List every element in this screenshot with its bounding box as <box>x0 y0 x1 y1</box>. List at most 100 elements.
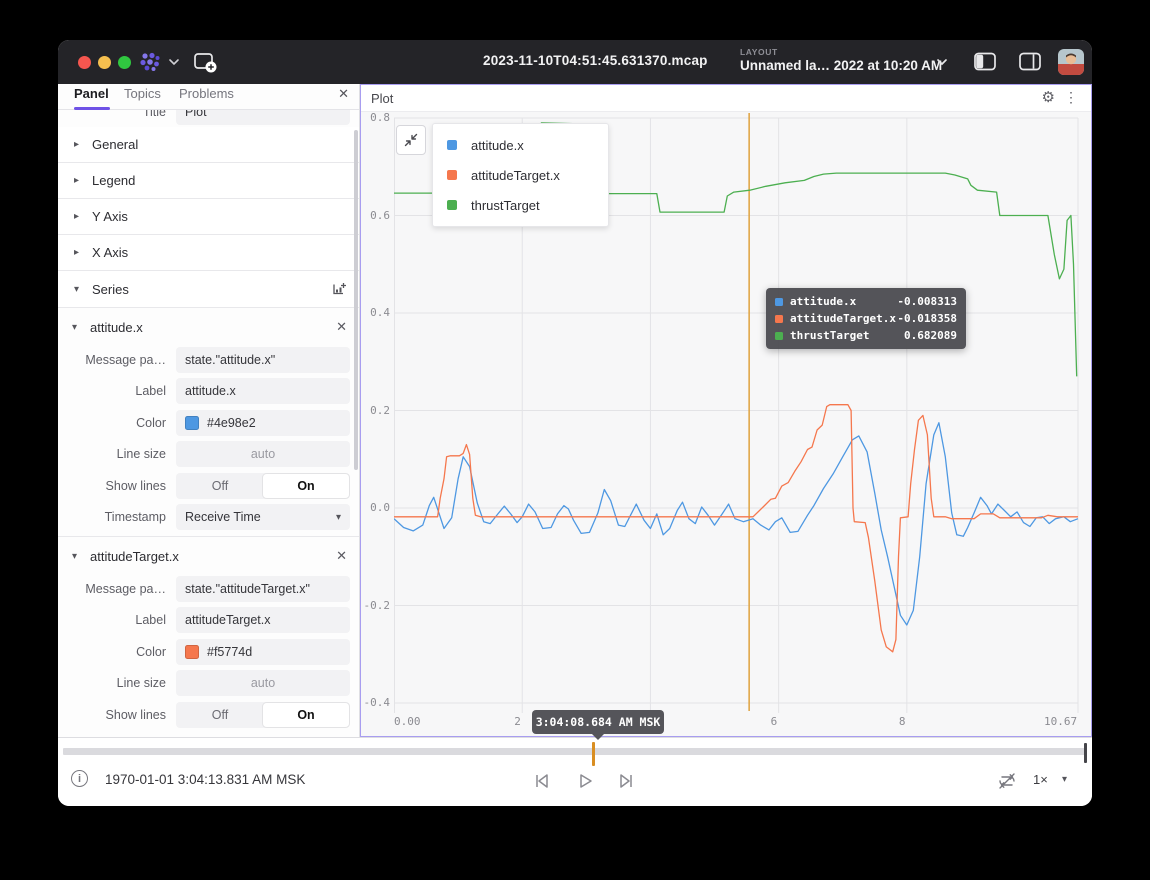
add-panel-icon[interactable] <box>192 50 218 74</box>
series-header[interactable]: ▾ attitudeTarget.x ✕ <box>58 539 359 573</box>
current-timestamp: 1970-01-01 3:04:13.831 AM MSK <box>105 772 305 787</box>
playback-bar: i 1970-01-01 3:04:13.831 AM MSK 1× ▾ <box>58 737 1092 806</box>
collapsed-caret-icon: ▸ <box>74 175 84 186</box>
legend-item[interactable]: attitude.x <box>433 130 608 160</box>
expanded-caret-icon: ▾ <box>72 551 82 562</box>
toggle-right-sidebar-icon[interactable] <box>1018 51 1042 72</box>
title-field[interactable]: Plot <box>176 110 350 125</box>
section-general[interactable]: ▸ General <box>58 127 359 163</box>
user-avatar[interactable] <box>1058 49 1084 75</box>
color-swatch[interactable] <box>185 645 199 659</box>
toggle-left-sidebar-icon[interactable] <box>973 51 997 72</box>
clipped-title-row: Title Plot <box>58 110 359 127</box>
tab-panel[interactable]: Panel <box>74 86 109 101</box>
show-lines-on-button[interactable]: On <box>263 703 349 727</box>
line-size-field[interactable]: auto <box>176 670 350 696</box>
timestamp-select[interactable]: Receive Time ▾ <box>176 504 350 530</box>
tooltip-row: attitude.x -0.008313 <box>775 293 957 310</box>
panel-settings-gear-icon[interactable]: ⚙ <box>1042 88 1055 106</box>
app-window: 2023-11-10T04:51:45.631370.mcap LAYOUT U… <box>58 40 1092 806</box>
scrubber-end-marker <box>1084 743 1087 763</box>
play-button[interactable] <box>574 770 596 792</box>
section-series[interactable]: ▾ Series <box>58 271 359 307</box>
layout-label: LAYOUT <box>740 47 778 57</box>
message-path-field[interactable]: state."attitudeTarget.x" <box>176 576 350 602</box>
chart-area[interactable]: 0.80.60.40.20.0-0.2-0.4 0.00246810.67 at… <box>361 112 1091 736</box>
line-size-label: Line size <box>58 447 176 461</box>
tab-topics[interactable]: Topics <box>124 86 161 101</box>
maximize-window-button[interactable] <box>118 56 131 69</box>
series-color-swatch <box>447 140 457 150</box>
line-size-field[interactable]: auto <box>176 441 350 467</box>
plot-legend: attitude.x attitudeTarget.x thrustTarget <box>432 123 609 227</box>
series-color-swatch <box>447 200 457 210</box>
playback-speed[interactable]: 1× <box>1033 772 1048 787</box>
section-y-axis[interactable]: ▸ Y Axis <box>58 199 359 235</box>
color-field[interactable]: #4e98e2 <box>176 410 350 436</box>
label-field[interactable]: attitudeTarget.x <box>176 607 350 633</box>
label-label: Label <box>58 384 176 398</box>
color-field[interactable]: #f5774d <box>176 639 350 665</box>
message-path-field[interactable]: state."attitude.x" <box>176 347 350 373</box>
show-lines-label: Show lines <box>58 479 176 493</box>
section-x-axis[interactable]: ▸ X Axis <box>58 235 359 271</box>
loop-off-icon[interactable] <box>996 771 1018 791</box>
tab-problems[interactable]: Problems <box>179 86 234 101</box>
layout-chevron-icon[interactable] <box>936 58 948 66</box>
collapsed-caret-icon: ▸ <box>74 211 84 222</box>
delete-series-icon[interactable]: ✕ <box>336 548 347 564</box>
window-title: 2023-11-10T04:51:45.631370.mcap <box>483 53 708 68</box>
show-lines-toggle: Off On <box>176 473 350 499</box>
app-menu-chevron-icon[interactable] <box>168 58 180 66</box>
scrubber-time-bubble: 3:04:08.684 AM MSK <box>532 710 664 734</box>
show-lines-label: Show lines <box>58 708 176 722</box>
expanded-caret-icon: ▾ <box>74 284 84 295</box>
delete-series-icon[interactable]: ✕ <box>336 319 347 335</box>
series-color-swatch <box>447 170 457 180</box>
label-field[interactable]: attitude.x <box>176 378 350 404</box>
legend-item[interactable]: thrustTarget <box>433 190 608 220</box>
series-color-swatch <box>775 332 783 340</box>
sidebar-tab-bar: Panel Topics Problems ✕ <box>58 84 359 110</box>
plot-panel-title: Plot <box>371 91 393 106</box>
collapsed-caret-icon: ▸ <box>74 247 84 258</box>
expanded-caret-icon: ▾ <box>72 322 82 333</box>
legend-item[interactable]: attitudeTarget.x <box>433 160 608 190</box>
title-bar: 2023-11-10T04:51:45.631370.mcap LAYOUT U… <box>58 40 1092 84</box>
foxglove-logo-icon[interactable] <box>138 52 164 72</box>
seek-forward-button[interactable] <box>616 770 638 792</box>
collapsed-caret-icon: ▸ <box>74 139 84 150</box>
color-swatch[interactable] <box>185 416 199 430</box>
show-lines-on-button[interactable]: On <box>263 474 349 498</box>
show-lines-off-button[interactable]: Off <box>177 474 263 498</box>
speed-caret-icon[interactable]: ▾ <box>1062 774 1067 785</box>
show-lines-off-button[interactable]: Off <box>177 703 263 727</box>
series-editor-attitude-target-x: ▾ attitudeTarget.x ✕ Message pa… state."… <box>58 536 359 731</box>
tooltip-row: thrustTarget 0.682089 <box>775 327 957 344</box>
timestamp-label: Timestamp <box>58 510 176 524</box>
info-icon[interactable]: i <box>71 770 88 787</box>
title-field-label: Title <box>58 110 176 119</box>
minimize-window-button[interactable] <box>98 56 111 69</box>
plot-panel-header[interactable]: Plot ⚙ ⋮ <box>361 85 1091 112</box>
main-content: Panel Topics Problems ✕ Title Plot ▸ Gen… <box>58 84 1092 737</box>
message-path-label: Message pa… <box>58 582 176 596</box>
panel-menu-kebab-icon[interactable]: ⋮ <box>1064 89 1078 106</box>
series-editor-attitude-x: ▾ attitude.x ✕ Message pa… state."attitu… <box>58 307 359 533</box>
layout-selector[interactable]: Unnamed la… 2022 at 10:20 AM <box>740 58 942 73</box>
legend-collapse-button[interactable] <box>396 125 426 155</box>
tooltip-row: attitudeTarget.x -0.018358 <box>775 310 957 327</box>
collapse-arrows-icon <box>403 132 419 148</box>
series-color-swatch <box>775 315 783 323</box>
playback-scrubber[interactable] <box>63 748 1085 755</box>
series-header[interactable]: ▾ attitude.x ✕ <box>58 310 359 344</box>
section-legend[interactable]: ▸ Legend <box>58 163 359 199</box>
sidebar-close-icon[interactable]: ✕ <box>338 86 349 102</box>
show-lines-toggle: Off On <box>176 702 350 728</box>
seek-backward-button[interactable] <box>530 770 552 792</box>
sidebar-scrollbar[interactable] <box>354 130 358 470</box>
line-size-label: Line size <box>58 676 176 690</box>
hover-tooltip: attitude.x -0.008313 attitudeTarget.x -0… <box>766 288 966 349</box>
add-series-icon[interactable] <box>331 281 347 297</box>
close-window-button[interactable] <box>78 56 91 69</box>
